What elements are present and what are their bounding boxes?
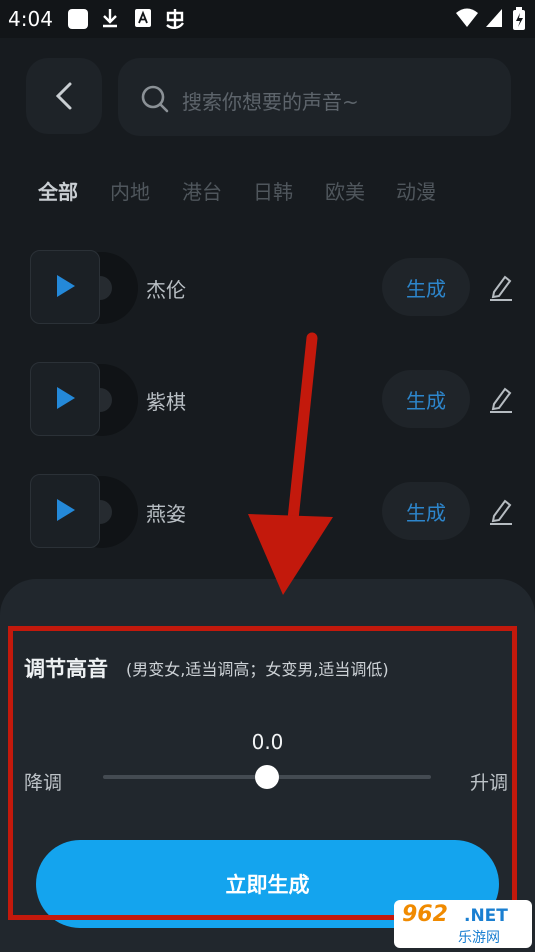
generate-label: 生成 (406, 388, 446, 413)
generate-label: 生成 (406, 500, 446, 525)
edit-icon[interactable] (488, 385, 514, 413)
generate-button[interactable]: 生成 (382, 370, 470, 428)
annotation-highlight-box (8, 626, 517, 920)
a-box-icon (133, 7, 153, 34)
tab-eu-us[interactable]: 欧美 (325, 176, 365, 205)
bug-app-icon (163, 7, 187, 36)
status-bar: 4:04 (0, 0, 535, 38)
list-item: 燕姿 生成 (0, 474, 535, 564)
tab-anime[interactable]: 动漫 (396, 176, 436, 205)
watermark-suffix: .NET (464, 906, 508, 926)
voice-cover[interactable] (30, 250, 138, 324)
watermark-brand: 962 (402, 902, 448, 927)
play-icon[interactable] (57, 275, 75, 297)
tab-hk-tw[interactable]: 港台 (182, 176, 222, 205)
generate-label: 生成 (406, 276, 446, 301)
watermark-cn: 乐游网 (458, 930, 500, 946)
search-input[interactable]: 搜索你想要的声音~ (118, 58, 511, 136)
edit-icon[interactable] (488, 497, 514, 525)
list-item: 杰伦 生成 (0, 250, 535, 340)
list-item: 紫棋 生成 (0, 362, 535, 452)
status-time: 4:04 (8, 7, 53, 31)
play-icon[interactable] (57, 387, 75, 409)
battery-icon (512, 7, 526, 36)
generate-button[interactable]: 生成 (382, 482, 470, 540)
voice-cover[interactable] (30, 362, 138, 436)
signal-icon (484, 7, 504, 34)
generate-button[interactable]: 生成 (382, 258, 470, 316)
back-button[interactable] (26, 58, 102, 134)
download-icon (100, 7, 120, 34)
tab-all[interactable]: 全部 (38, 176, 78, 205)
voice-cover[interactable] (30, 474, 138, 548)
tab-mainland[interactable]: 内地 (110, 176, 150, 205)
voice-name: 杰伦 (146, 278, 186, 302)
search-placeholder: 搜索你想要的声音~ (182, 90, 359, 114)
app-square-icon (68, 9, 88, 29)
voice-name: 紫棋 (146, 390, 186, 414)
site-watermark-logo: 962 .NET 乐游网 (394, 900, 532, 948)
chevron-left-icon (55, 82, 72, 110)
search-icon (141, 85, 169, 113)
wifi-icon (455, 7, 479, 34)
play-icon[interactable] (57, 499, 75, 521)
tab-jp-kr[interactable]: 日韩 (253, 176, 293, 205)
edit-icon[interactable] (488, 273, 514, 301)
voice-name: 燕姿 (146, 502, 186, 526)
